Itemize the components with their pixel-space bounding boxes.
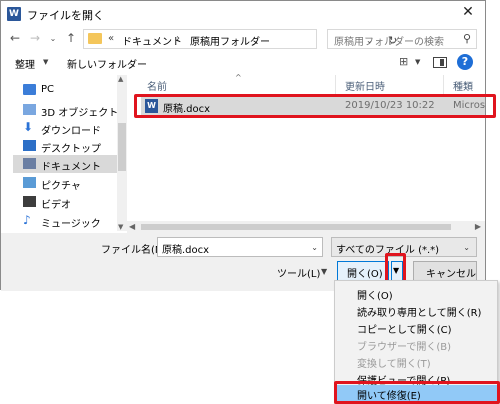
open-file-dialog: W ファイルを開く ✕ ← → ⌄ ↑ « ドキュメント › 原稿用フォルダー … xyxy=(0,0,486,291)
scrollbar-thumb[interactable] xyxy=(118,123,126,171)
up-arrow-icon[interactable]: ↑ xyxy=(63,31,79,45)
menu-item-label: ブラウザーで開く(B) xyxy=(357,342,452,353)
sort-caret-icon: ^ xyxy=(235,73,242,82)
horizontal-scrollbar[interactable]: ◀ ▶ xyxy=(127,221,485,233)
sidebar-item-label: ビデオ xyxy=(41,200,71,211)
close-icon[interactable]: ✕ xyxy=(459,4,477,20)
sidebar-item-downloads[interactable]: ⬇ ダウンロード xyxy=(21,119,125,137)
menu-item-open-read-only[interactable]: 読み取り専用として開く(R) xyxy=(357,302,493,319)
menu-item-open-in-browser: ブラウザーで開く(B) xyxy=(357,336,493,353)
sidebar-item-label: ドキュメント xyxy=(41,162,101,173)
column-header-name[interactable]: 名前 xyxy=(147,78,167,93)
open-button[interactable]: 開く(O) xyxy=(337,261,389,281)
back-arrow-icon[interactable]: ← xyxy=(7,31,23,45)
sidebar-item-label: 3D オブジェクト xyxy=(41,108,119,119)
open-button-label: 開く(O) xyxy=(347,269,383,280)
dialog-title: ファイルを開く xyxy=(27,9,104,22)
menu-item-label: 読み取り専用として開く(R) xyxy=(357,308,482,319)
cancel-button-label: キャンセル xyxy=(426,269,476,280)
menu-item-label: 開く(O) xyxy=(357,291,393,302)
search-icon[interactable]: ⚲ xyxy=(463,32,471,45)
title-bar: W ファイルを開く ✕ xyxy=(1,1,485,27)
documents-icon xyxy=(23,158,36,169)
menu-item-open-as-copy[interactable]: コピーとして開く(C) xyxy=(357,319,493,336)
address-bar[interactable]: « ドキュメント › 原稿用フォルダー ⌄ ↻ xyxy=(83,29,397,49)
filetype-dropdown-icon[interactable]: ⌄ xyxy=(463,243,470,252)
dropdown-highlight-annotation xyxy=(385,253,406,283)
sidebar-item-label: PC xyxy=(41,84,55,95)
videos-icon xyxy=(23,196,36,207)
new-folder-button[interactable]: 新しいフォルダー xyxy=(67,56,147,71)
filename-field[interactable]: 原稿.docx ⌄ xyxy=(157,237,323,257)
column-header-row: ^ 名前 更新日時 種類 xyxy=(137,73,485,95)
search-placeholder: 原稿用フォルダーの検索 xyxy=(334,37,444,48)
menu-item-open-with-transform: 変換して開く(T) xyxy=(357,353,493,370)
column-header-modified[interactable]: 更新日時 xyxy=(345,78,385,93)
breadcrumb-overflow[interactable]: « xyxy=(108,33,114,44)
menu-item-label: 変換して開く(T) xyxy=(357,359,431,370)
navigation-pane: PC 3D オブジェクト ⬇ ダウンロード デスクトップ ドキュメント ピクチャ… xyxy=(1,75,127,231)
sidebar-item-desktop[interactable]: デスクトップ xyxy=(21,137,125,155)
sidebar-item-label: ダウンロード xyxy=(41,126,101,137)
cancel-button[interactable]: キャンセル xyxy=(413,261,477,281)
column-header-type[interactable]: 種類 xyxy=(453,78,473,93)
sidebar-item-pictures[interactable]: ピクチャ xyxy=(21,174,125,192)
forward-arrow-icon[interactable]: → xyxy=(27,31,43,45)
file-highlight-annotation xyxy=(134,94,496,118)
menu-item-open[interactable]: 開く(O) xyxy=(357,285,493,302)
sidebar-item-label: デスクトップ xyxy=(41,144,101,155)
menu-highlight-annotation xyxy=(334,381,500,404)
view-dropdown-icon[interactable]: ▼ xyxy=(415,58,420,66)
organize-button[interactable]: 整理 xyxy=(15,56,35,71)
scroll-up-icon[interactable]: ▲ xyxy=(118,75,123,83)
download-icon: ⬇ xyxy=(23,120,34,134)
filename-value: 原稿.docx xyxy=(162,245,210,256)
organize-dropdown-icon[interactable]: ▼ xyxy=(43,58,48,66)
column-divider[interactable] xyxy=(335,75,336,95)
tools-dropdown-icon[interactable]: ▼ xyxy=(321,267,327,276)
help-icon[interactable]: ? xyxy=(457,54,473,70)
3d-objects-icon xyxy=(23,104,36,115)
word-app-icon: W xyxy=(7,7,21,21)
scroll-right-icon[interactable]: ▶ xyxy=(475,222,481,231)
tools-button[interactable]: ツール(L) xyxy=(277,265,320,280)
view-options-icon[interactable]: ⊞ xyxy=(399,55,408,68)
sidebar-item-label: ミュージック xyxy=(41,219,101,230)
sidebar-item-videos[interactable]: ビデオ xyxy=(21,193,125,211)
navigation-bar: ← → ⌄ ↑ « ドキュメント › 原稿用フォルダー ⌄ ↻ 原稿用フォルダー… xyxy=(1,27,485,53)
music-icon: ♪ xyxy=(23,213,31,227)
filename-dropdown-icon[interactable]: ⌄ xyxy=(311,243,318,252)
breadcrumb-documents[interactable]: ドキュメント xyxy=(122,33,182,48)
sidebar-item-pc[interactable]: PC xyxy=(21,81,125,99)
menu-item-label: コピーとして開く(C) xyxy=(357,325,452,336)
breadcrumb-manuscript-folder[interactable]: 原稿用フォルダー xyxy=(190,33,270,48)
breadcrumb-separator-icon[interactable]: › xyxy=(176,33,180,44)
pictures-icon xyxy=(23,177,36,188)
sidebar-item-3d-objects[interactable]: 3D オブジェクト xyxy=(21,101,125,119)
sidebar-item-documents[interactable]: ドキュメント xyxy=(13,155,121,173)
scroll-down-icon[interactable]: ▼ xyxy=(118,223,123,231)
sidebar-item-music[interactable]: ♪ ミュージック xyxy=(21,212,125,230)
pc-icon xyxy=(23,84,36,95)
folder-icon xyxy=(88,33,102,44)
search-input[interactable]: 原稿用フォルダーの検索 ⚲ xyxy=(327,29,477,49)
command-bar: 整理 ▼ 新しいフォルダー ⊞ ▼ ? xyxy=(1,53,485,73)
sidebar-item-label: ピクチャ xyxy=(41,181,81,192)
scroll-left-icon[interactable]: ◀ xyxy=(129,222,135,231)
column-divider[interactable] xyxy=(443,75,444,95)
history-chevron-icon[interactable]: ⌄ xyxy=(45,34,61,43)
scrollbar-thumb[interactable] xyxy=(141,224,451,230)
desktop-icon xyxy=(23,140,36,151)
preview-pane-icon[interactable] xyxy=(433,57,447,68)
sidebar-scrollbar[interactable]: ▲ ▼ xyxy=(117,75,127,231)
